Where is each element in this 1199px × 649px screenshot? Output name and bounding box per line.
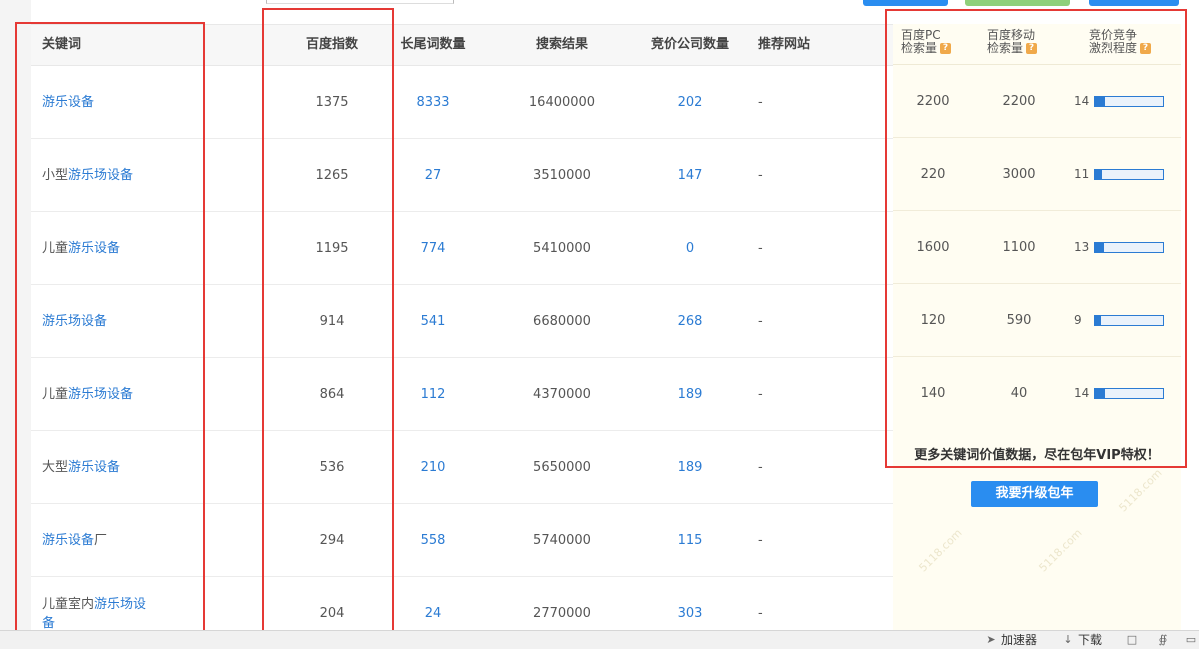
long-tail-link[interactable]: 27 xyxy=(388,139,478,211)
download-icon: ↓ xyxy=(1063,633,1073,646)
long-tail-link[interactable]: 774 xyxy=(388,212,478,284)
browser-icon[interactable]: ∯ xyxy=(1157,631,1173,649)
search-results-value: 5410000 xyxy=(533,240,591,256)
bid-companies-link[interactable]: 268 xyxy=(645,285,735,357)
menu-icon[interactable]: ▭ xyxy=(1185,631,1199,649)
recommended-site-value: - xyxy=(758,94,763,110)
recommended-site-value: - xyxy=(758,459,763,475)
recommended-site-value: - xyxy=(758,240,763,256)
annotation-box-keywords xyxy=(15,22,205,636)
annotation-box-vip-data xyxy=(885,9,1187,468)
watermark: 5118.com xyxy=(916,526,965,575)
header-recommended-sites: 推荐网站 xyxy=(758,37,811,52)
download-button[interactable]: ↓ 下载 xyxy=(1062,631,1102,649)
recommended-site-value: - xyxy=(758,386,763,402)
bid-companies-link[interactable]: 147 xyxy=(645,139,735,211)
search-results-value: 5650000 xyxy=(533,459,591,475)
header-search-results[interactable]: 搜索结果 xyxy=(497,25,627,65)
search-results-value: 4370000 xyxy=(533,386,591,402)
bid-companies-link[interactable]: 0 xyxy=(645,212,735,284)
header-bid-companies[interactable]: 竞价公司数量 xyxy=(645,25,735,65)
long-tail-link[interactable]: 558 xyxy=(388,504,478,576)
search-results-value: 16400000 xyxy=(528,94,596,110)
search-results-value: 3510000 xyxy=(533,167,591,183)
upgrade-annual-button[interactable]: 我要升级包年 xyxy=(971,481,1098,507)
long-tail-link[interactable]: 541 xyxy=(388,285,478,357)
watermark: 5118.com xyxy=(1116,466,1165,515)
recommended-site-value: - xyxy=(758,313,763,329)
search-results-value: 5740000 xyxy=(533,532,591,548)
browser-status-bar: ➤ 加速器 ↓ 下载 □ ∯ ▭ xyxy=(0,630,1199,649)
recommended-site-value: - xyxy=(758,167,763,183)
search-results-value: 6680000 xyxy=(533,313,591,329)
header-long-tail[interactable]: 长尾词数量 xyxy=(388,25,478,65)
bid-companies-link[interactable]: 202 xyxy=(645,66,735,138)
annotation-box-baidu-index xyxy=(262,8,394,638)
top-button-3[interactable] xyxy=(1089,0,1179,6)
accelerator-button[interactable]: ➤ 加速器 xyxy=(985,631,1037,649)
top-input-remnant xyxy=(266,0,454,4)
rocket-icon: ➤ xyxy=(986,633,996,646)
bid-companies-link[interactable]: 115 xyxy=(645,504,735,576)
watermark: 5118.com xyxy=(1036,526,1085,575)
screenshot-icon[interactable]: □ xyxy=(1126,631,1142,649)
top-button-2[interactable] xyxy=(965,0,1070,6)
bid-companies-link[interactable]: 189 xyxy=(645,431,735,503)
recommended-site-value: - xyxy=(758,532,763,548)
bid-companies-link[interactable]: 189 xyxy=(645,358,735,430)
long-tail-link[interactable]: 8333 xyxy=(388,66,478,138)
long-tail-link[interactable]: 112 xyxy=(388,358,478,430)
top-button-1[interactable] xyxy=(863,0,948,6)
long-tail-link[interactable]: 210 xyxy=(388,431,478,503)
